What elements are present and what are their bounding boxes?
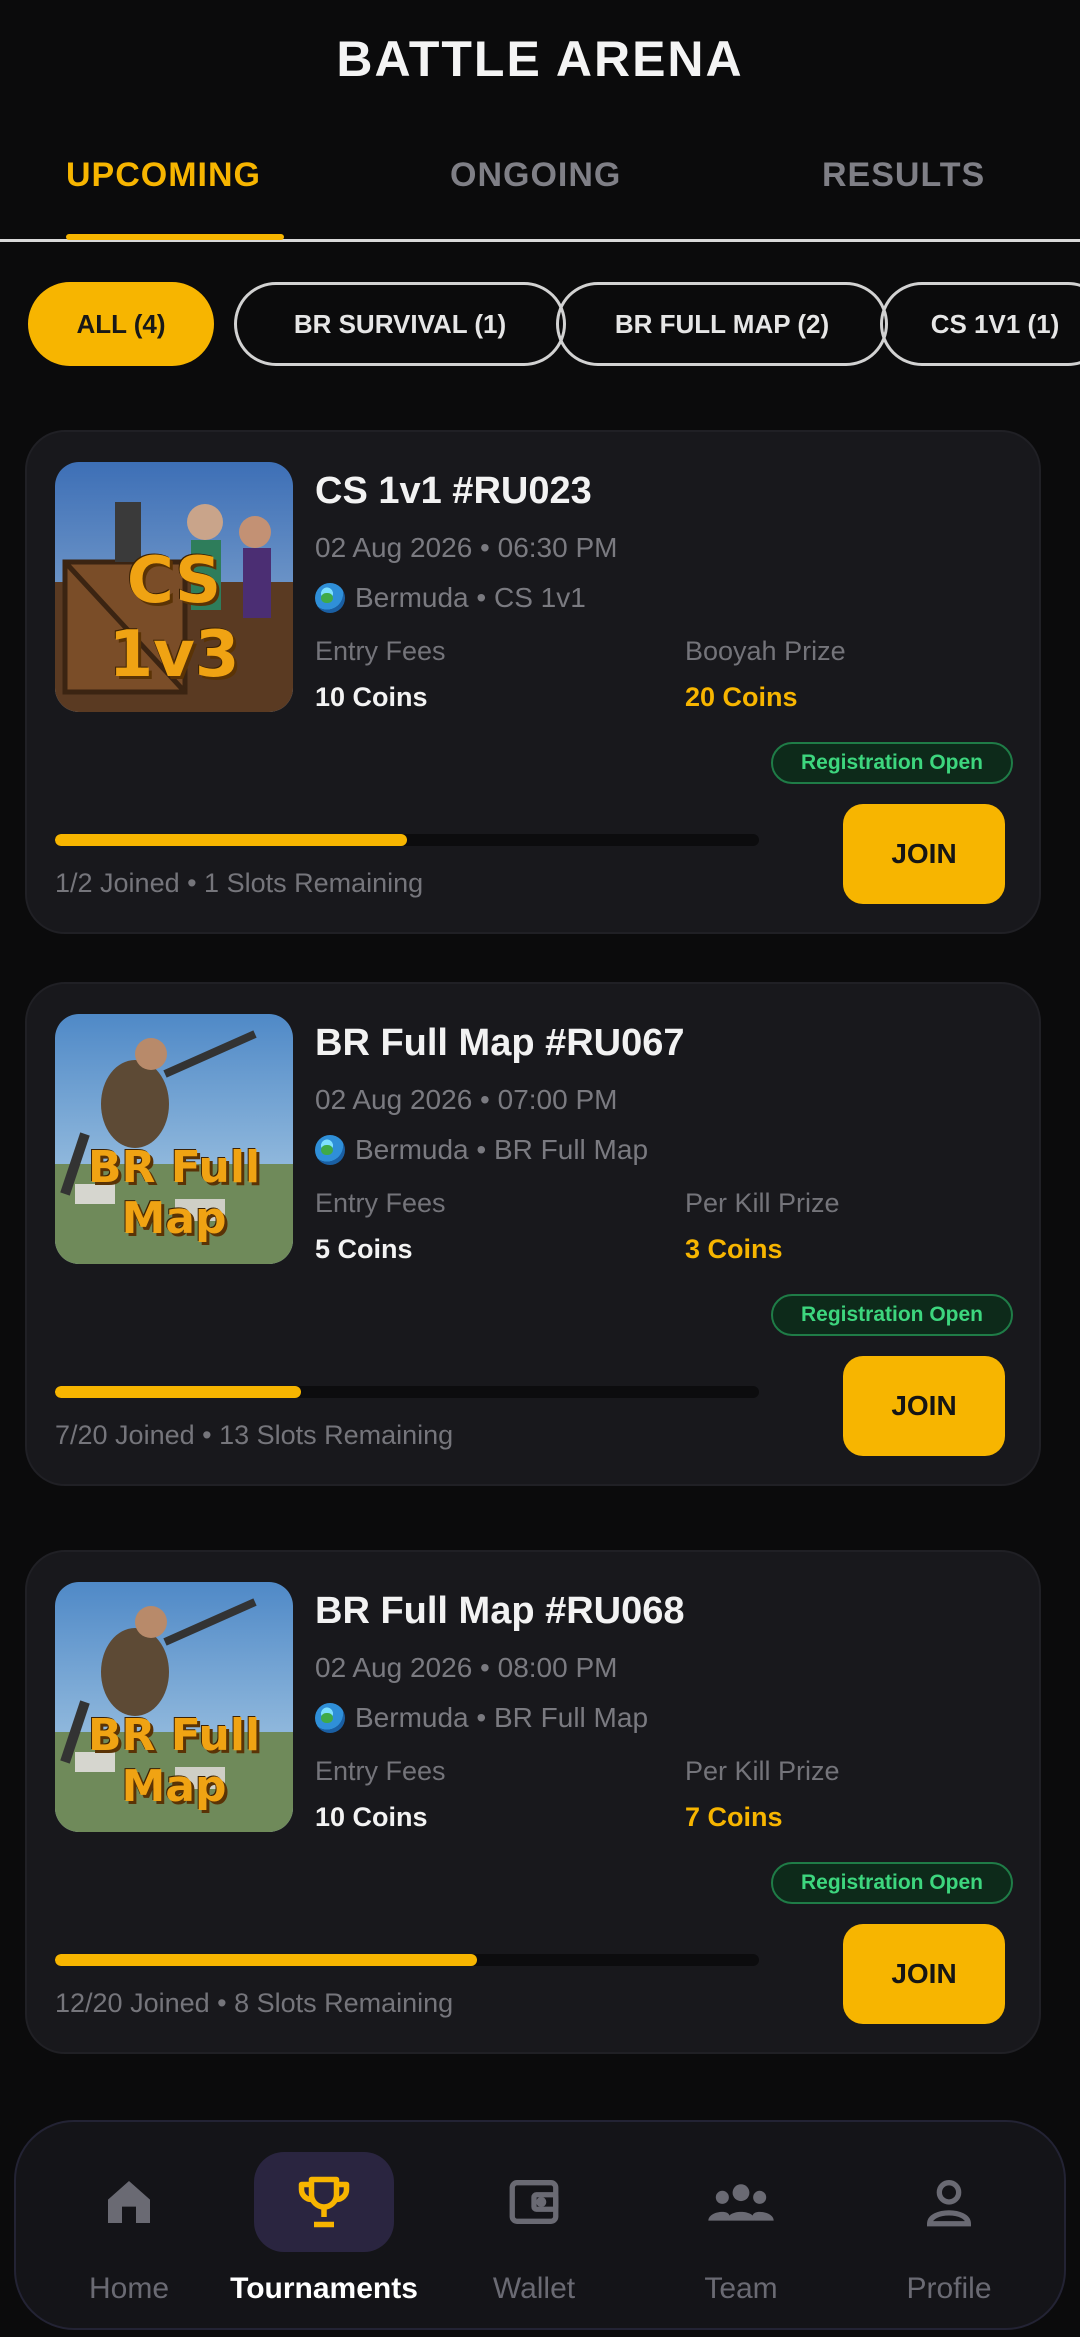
map-label: Bermuda • BR Full Map [355, 1134, 649, 1165]
tournament-title: CS 1v1 #RU023 [315, 470, 592, 512]
tournament-title: BR Full Map #RU067 [315, 1022, 685, 1064]
wallet-icon [464, 2152, 604, 2252]
tournament-datetime: 02 Aug 2026 • 08:00 PM [315, 1652, 618, 1683]
tournament-map: Bermuda • BR Full Map [315, 1702, 648, 1734]
nav-tournaments[interactable]: Tournaments [229, 2122, 419, 2332]
tournament-datetime: 02 Aug 2026 • 06:30 PM [315, 532, 618, 563]
tournament-title: BR Full Map #RU068 [315, 1590, 685, 1632]
filter-chip-br-full-map[interactable]: BR FULL MAP (2) [556, 282, 888, 366]
thumbnail-caption: CS 1v3 [108, 544, 240, 692]
status-badge: Registration Open [771, 1294, 1013, 1336]
nav-tournaments-label: Tournaments [230, 2272, 418, 2305]
prize-value: 3 Coins [685, 1234, 783, 1264]
prize-label: Per Kill Prize [685, 1756, 840, 1786]
active-tab-indicator [66, 234, 284, 240]
nav-team[interactable]: Team [646, 2122, 836, 2332]
filter-chip-br-survival[interactable]: BR SURVIVAL (1) [234, 282, 566, 366]
status-badge: Registration Open [771, 1862, 1013, 1904]
tournament-card[interactable]: CS 1v3 CS 1v1 #RU023 02 Aug 2026 • 06:30… [25, 430, 1041, 934]
nav-home-label: Home [88, 2272, 170, 2305]
tournament-card[interactable]: BR Full Map BR Full Map #RU068 02 Aug 20… [25, 1550, 1041, 2054]
tab-ongoing[interactable]: ONGOING [450, 156, 621, 195]
filter-chips: ALL (4) BR SURVIVAL (1) BR FULL MAP (2) … [28, 282, 1080, 368]
tournament-map: Bermuda • CS 1v1 [315, 582, 586, 614]
map-label: Bermuda • CS 1v1 [355, 582, 586, 613]
tab-results[interactable]: RESULTS [822, 156, 985, 195]
entry-fee-label: Entry Fees [315, 1188, 446, 1218]
join-button[interactable]: JOIN [843, 1356, 1005, 1456]
nav-profile-label: Profile [906, 2272, 992, 2305]
map-label: Bermuda • BR Full Map [355, 1702, 649, 1733]
slots-progress-bar [55, 1386, 759, 1398]
tournament-thumbnail: BR Full Map [55, 1014, 293, 1264]
prize-value: 7 Coins [685, 1802, 783, 1832]
nav-team-label: Team [704, 2272, 778, 2305]
slots-progress-bar [55, 1954, 759, 1966]
thumbnail-caption: BR Full Map [87, 1142, 261, 1244]
nav-home[interactable]: Home [34, 2122, 224, 2332]
slots-progress-fill [55, 1954, 478, 1966]
home-icon [59, 2152, 199, 2252]
profile-icon [879, 2152, 1019, 2252]
tournament-map: Bermuda • BR Full Map [315, 1134, 648, 1166]
status-badge: Registration Open [771, 742, 1013, 784]
prize-label: Per Kill Prize [685, 1188, 840, 1218]
globe-icon [315, 1135, 345, 1165]
slots-joined-text: 12/20 Joined • 8 Slots Remaining [55, 1988, 454, 2018]
page-title: BATTLE ARENA [336, 31, 744, 87]
slots-joined-text: 7/20 Joined • 13 Slots Remaining [55, 1420, 454, 1450]
nav-wallet[interactable]: Wallet [439, 2122, 629, 2332]
join-button[interactable]: JOIN [843, 1924, 1005, 2024]
tournament-thumbnail: BR Full Map [55, 1582, 293, 1832]
trophy-icon [254, 2152, 394, 2252]
nav-wallet-label: Wallet [492, 2272, 576, 2305]
globe-icon [315, 583, 345, 613]
prize-label: Booyah Prize [685, 636, 846, 666]
slots-progress-fill [55, 1386, 302, 1398]
filter-chip-cs-1v1[interactable]: CS 1V1 (1) [880, 282, 1080, 366]
thumbnail-caption: BR Full Map [87, 1710, 261, 1812]
tournament-thumbnail: CS 1v3 [55, 462, 293, 712]
tab-upcoming[interactable]: UPCOMING [66, 156, 261, 195]
slots-progress-fill [55, 834, 407, 846]
prize-value: 20 Coins [685, 682, 798, 712]
tournament-card[interactable]: BR Full Map BR Full Map #RU067 02 Aug 20… [25, 982, 1041, 1486]
slots-joined-text: 1/2 Joined • 1 Slots Remaining [55, 868, 424, 898]
entry-fee-value: 10 Coins [315, 682, 428, 712]
entry-fee-value: 10 Coins [315, 1802, 428, 1832]
bottom-navigation: Home Tournaments Wallet Team Profile [14, 2120, 1066, 2330]
tab-bar: UPCOMING ONGOING RESULTS [0, 150, 1080, 242]
nav-profile[interactable]: Profile [854, 2122, 1044, 2332]
team-icon [671, 2152, 811, 2252]
join-button[interactable]: JOIN [843, 804, 1005, 904]
globe-icon [315, 1703, 345, 1733]
entry-fee-label: Entry Fees [315, 1756, 446, 1786]
slots-progress-bar [55, 834, 759, 846]
filter-chip-all[interactable]: ALL (4) [28, 282, 214, 366]
entry-fee-value: 5 Coins [315, 1234, 413, 1264]
entry-fee-label: Entry Fees [315, 636, 446, 666]
tournament-datetime: 02 Aug 2026 • 07:00 PM [315, 1084, 618, 1115]
